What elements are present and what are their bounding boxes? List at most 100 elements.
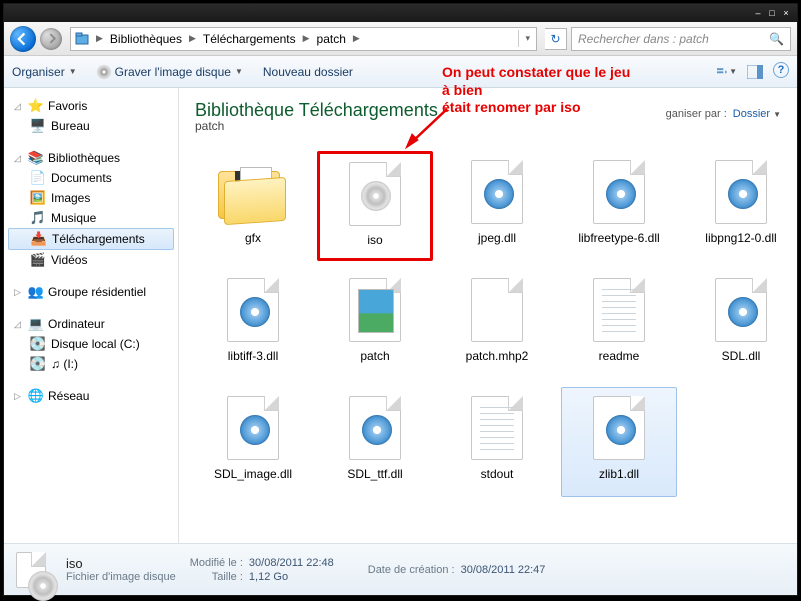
file-item[interactable]: readme bbox=[561, 269, 677, 379]
sidebar-item-local-disk[interactable]: 💽Disque local (C:) bbox=[4, 334, 178, 354]
navigation-pane: ◿⭐Favoris 🖥️Bureau ◿📚Bibliothèques 📄Docu… bbox=[4, 88, 179, 543]
file-name: patch bbox=[360, 350, 389, 364]
back-button[interactable] bbox=[10, 26, 36, 52]
details-type: Fichier d'image disque bbox=[66, 571, 176, 583]
file-name: zlib1.dll bbox=[599, 468, 639, 482]
sidebar-homegroup[interactable]: ▷👥Groupe résidentiel bbox=[4, 282, 178, 302]
file-name: iso bbox=[367, 234, 382, 248]
navigation-bar: ▶ Bibliothèques ▶ Téléchargements ▶ patc… bbox=[4, 22, 797, 56]
disc-icon bbox=[340, 158, 410, 230]
search-icon: 🔍 bbox=[769, 32, 784, 46]
sidebar-favorites[interactable]: ◿⭐Favoris bbox=[4, 96, 178, 116]
file-item[interactable]: gfx bbox=[195, 151, 311, 261]
titlebar: – □ × bbox=[4, 4, 797, 22]
image-icon bbox=[340, 274, 410, 346]
maximize-button[interactable]: □ bbox=[767, 8, 777, 18]
sidebar-item-videos[interactable]: 🎬Vidéos bbox=[4, 250, 178, 270]
gear-icon bbox=[218, 392, 288, 464]
file-name: jpeg.dll bbox=[478, 232, 516, 246]
gear-icon bbox=[218, 274, 288, 346]
sidebar-item-desktop[interactable]: 🖥️Bureau bbox=[4, 116, 178, 136]
file-item[interactable]: patch bbox=[317, 269, 433, 379]
sidebar-item-downloads[interactable]: 📥Téléchargements bbox=[8, 228, 174, 250]
file-item[interactable]: iso bbox=[317, 151, 433, 261]
file-item[interactable]: SDL_image.dll bbox=[195, 387, 311, 497]
collapse-icon: ◿ bbox=[14, 319, 24, 330]
disk-icon: 💽 bbox=[30, 356, 46, 372]
file-list-pane: Bibliothèque Téléchargements patch ganis… bbox=[179, 88, 797, 543]
forward-button[interactable] bbox=[40, 28, 62, 50]
file-item[interactable]: zlib1.dll bbox=[561, 387, 677, 497]
sidebar-item-drive-i[interactable]: 💽♫ (I:) bbox=[4, 354, 178, 374]
file-name: patch.mhp2 bbox=[466, 350, 529, 364]
details-name: iso bbox=[66, 556, 176, 571]
dropdown-icon[interactable]: ▾ bbox=[518, 30, 536, 47]
chevron-icon: ▶ bbox=[93, 33, 106, 44]
sidebar-item-music[interactable]: 🎵Musique bbox=[4, 208, 178, 228]
doc-icon: 📄 bbox=[30, 170, 46, 186]
help-button[interactable]: ? bbox=[773, 62, 789, 78]
chevron-down-icon: ▼ bbox=[773, 110, 781, 119]
expand-icon: ▷ bbox=[14, 287, 24, 298]
breadcrumb-libraries[interactable]: Bibliothèques bbox=[106, 32, 186, 46]
blank-icon bbox=[462, 274, 532, 346]
preview-pane-button[interactable] bbox=[745, 62, 765, 82]
burn-image-button[interactable]: Graver l'image disque▼ bbox=[97, 65, 243, 79]
file-item[interactable]: stdout bbox=[439, 387, 555, 497]
file-name: gfx bbox=[245, 232, 261, 246]
arrange-by[interactable]: ganiser par : Dossier▼ bbox=[666, 108, 781, 120]
file-item[interactable]: libtiff-3.dll bbox=[195, 269, 311, 379]
file-item[interactable]: SDL_ttf.dll bbox=[317, 387, 433, 497]
details-created-value: 30/08/2011 22:47 bbox=[461, 564, 546, 576]
chevron-icon: ▶ bbox=[186, 33, 199, 44]
file-name: SDL.dll bbox=[722, 350, 761, 364]
file-name: stdout bbox=[481, 468, 514, 482]
gear-icon bbox=[706, 274, 776, 346]
chevron-icon: ▶ bbox=[300, 33, 313, 44]
file-name: SDL_image.dll bbox=[214, 468, 292, 482]
sidebar-item-images[interactable]: 🖼️Images bbox=[4, 188, 178, 208]
annotation-text: On peut constater que le jeu à bien étai… bbox=[442, 64, 630, 117]
library-subtitle: patch bbox=[195, 119, 781, 133]
image-icon: 🖼️ bbox=[30, 190, 46, 206]
file-item[interactable]: libfreetype-6.dll bbox=[561, 151, 677, 261]
file-name: libfreetype-6.dll bbox=[578, 232, 659, 246]
minimize-button[interactable]: – bbox=[753, 8, 763, 18]
disc-icon bbox=[97, 65, 111, 79]
command-bar: Organiser▼ Graver l'image disque▼ Nouvea… bbox=[4, 56, 797, 88]
sidebar-computer[interactable]: ◿💻Ordinateur bbox=[4, 314, 178, 334]
collapse-icon: ◿ bbox=[14, 101, 24, 112]
sidebar-network[interactable]: ▷🌐Réseau bbox=[4, 386, 178, 406]
close-button[interactable]: × bbox=[781, 8, 791, 18]
chevron-down-icon: ▼ bbox=[235, 67, 243, 76]
chevron-icon: ▶ bbox=[350, 33, 363, 44]
view-options-button[interactable]: ▼ bbox=[717, 62, 737, 82]
details-size-label: Taille : bbox=[190, 571, 243, 583]
gear-icon bbox=[462, 156, 532, 228]
breadcrumb[interactable]: ▶ Bibliothèques ▶ Téléchargements ▶ patc… bbox=[70, 27, 537, 51]
breadcrumb-downloads[interactable]: Téléchargements bbox=[199, 32, 300, 46]
organize-menu[interactable]: Organiser▼ bbox=[12, 65, 77, 79]
text-icon bbox=[584, 274, 654, 346]
file-name: libpng12-0.dll bbox=[705, 232, 776, 246]
chevron-down-icon: ▼ bbox=[729, 67, 737, 76]
sidebar-item-documents[interactable]: 📄Documents bbox=[4, 168, 178, 188]
video-icon: 🎬 bbox=[30, 252, 46, 268]
file-item[interactable]: SDL.dll bbox=[683, 269, 797, 379]
file-item[interactable]: patch.mhp2 bbox=[439, 269, 555, 379]
sidebar-libraries[interactable]: ◿📚Bibliothèques bbox=[4, 148, 178, 168]
gear-icon bbox=[584, 156, 654, 228]
file-name: SDL_ttf.dll bbox=[347, 468, 402, 482]
refresh-button[interactable]: ↻ bbox=[545, 28, 567, 50]
file-item[interactable]: jpeg.dll bbox=[439, 151, 555, 261]
details-thumb bbox=[16, 552, 52, 588]
search-input[interactable]: Rechercher dans : patch 🔍 bbox=[571, 27, 791, 51]
computer-icon: 💻 bbox=[28, 316, 44, 332]
breadcrumb-patch[interactable]: patch bbox=[313, 32, 350, 46]
gear-icon bbox=[340, 392, 410, 464]
chevron-down-icon: ▼ bbox=[69, 67, 77, 76]
new-folder-button[interactable]: Nouveau dossier bbox=[263, 65, 353, 79]
file-item[interactable]: libpng12-0.dll bbox=[683, 151, 797, 261]
details-size-value: 1,12 Go bbox=[249, 571, 334, 583]
collapse-icon: ◿ bbox=[14, 153, 24, 164]
